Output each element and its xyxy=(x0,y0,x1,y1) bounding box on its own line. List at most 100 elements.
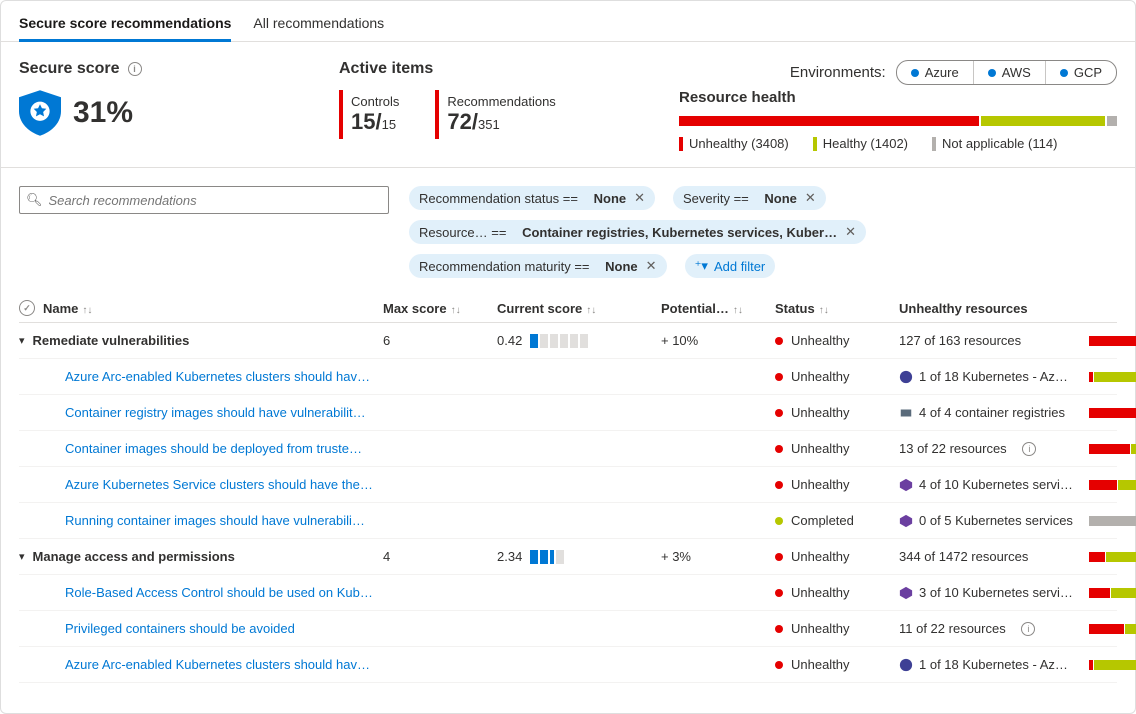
table-row[interactable]: ▾Manage access and permissions 4 2.34 + … xyxy=(19,539,1117,575)
active-items-card: Active items Controls 15/15 Recommendati… xyxy=(339,60,639,151)
env-gcp[interactable]: GCP xyxy=(1046,61,1116,84)
healthy-segment xyxy=(981,116,1105,126)
table-row[interactable]: Azure Arc-enabled Kubernetes clusters sh… xyxy=(19,359,1117,395)
resource-health-heading: Resource health xyxy=(679,89,1117,106)
table-row[interactable]: Running container images should have vul… xyxy=(19,503,1117,539)
row-name: Manage access and permissions xyxy=(33,549,235,564)
row-name: Azure Kubernetes Service clusters should… xyxy=(65,477,373,492)
row-resources: 127 of 163 resources xyxy=(899,333,1081,348)
search-icon: 🔍︎ xyxy=(26,192,43,208)
resource-bar xyxy=(1089,588,1136,598)
active-items-heading: Active items xyxy=(339,60,639,78)
table-row[interactable]: Role-Based Access Control should be used… xyxy=(19,575,1117,611)
row-status: Unhealthy xyxy=(791,585,850,600)
env-azure[interactable]: Azure xyxy=(897,61,974,84)
row-status: Completed xyxy=(791,513,854,528)
kubernetes-icon xyxy=(899,478,913,492)
container-registry-icon xyxy=(899,406,913,420)
search-box[interactable]: 🔍︎ xyxy=(19,186,389,214)
resource-bar xyxy=(1089,372,1136,382)
col-status[interactable]: Status↑↓ xyxy=(775,301,895,316)
secure-score-value: 31% xyxy=(73,96,133,130)
close-icon[interactable]: ✕ xyxy=(634,190,645,206)
tab-all-recommendations[interactable]: All recommendations xyxy=(253,11,384,41)
info-icon[interactable]: i xyxy=(128,62,142,76)
row-resources: 1 of 18 Kubernetes - Az… xyxy=(919,369,1068,384)
filter-resource[interactable]: Resource… == Container registries, Kuber… xyxy=(409,220,866,244)
filter-value: None xyxy=(594,191,627,206)
legend-na-text: Not applicable (114) xyxy=(942,136,1057,151)
dot-icon xyxy=(988,69,996,77)
table-row[interactable]: ▾Remediate vulnerabilities 6 0.42 + 10% … xyxy=(19,323,1117,359)
row-max-score: 4 xyxy=(383,549,493,564)
chevron-down-icon[interactable]: ▾ xyxy=(19,334,25,347)
row-potential: + 10% xyxy=(661,333,771,348)
close-icon[interactable]: ✕ xyxy=(845,224,856,240)
close-icon[interactable]: ✕ xyxy=(805,190,816,206)
status-dot-icon xyxy=(775,337,783,345)
score-bar xyxy=(530,334,588,348)
status-dot-icon xyxy=(775,625,783,633)
col-unhealthy-resources: Unhealthy resources xyxy=(899,301,1136,316)
controls-current: 15/ xyxy=(351,109,382,134)
table-row[interactable]: Azure Kubernetes Service clusters should… xyxy=(19,467,1117,503)
row-resources: 1 of 18 Kubernetes - Az… xyxy=(919,657,1068,672)
filters-row: 🔍︎ Recommendation status == None ✕ Severi… xyxy=(1,168,1135,286)
filter-key: Severity == xyxy=(683,191,749,206)
controls-count: Controls 15/15 xyxy=(339,90,407,139)
table-row[interactable]: Privileged containers should be avoided … xyxy=(19,611,1117,647)
row-resources: 0 of 5 Kubernetes services xyxy=(919,513,1073,528)
filter-key: Recommendation status == xyxy=(419,191,578,206)
add-filter-label: Add filter xyxy=(714,259,765,274)
row-name: Role-Based Access Control should be used… xyxy=(65,585,373,600)
filter-recommendation-status[interactable]: Recommendation status == None ✕ xyxy=(409,186,655,210)
search-input[interactable] xyxy=(49,193,382,208)
col-potential[interactable]: Potential…↑↓ xyxy=(661,301,771,316)
resource-bar xyxy=(1089,444,1136,454)
row-current-score: 0.42 xyxy=(497,333,522,348)
resource-health-card: Environments: Azure AWS GCP Resource hea… xyxy=(679,60,1117,151)
status-dot-icon xyxy=(775,661,783,669)
add-filter-button[interactable]: ⁺▾Add filter xyxy=(685,254,776,278)
status-dot-icon xyxy=(775,481,783,489)
status-dot-icon xyxy=(775,445,783,453)
col-max-score[interactable]: Max score↑↓ xyxy=(383,301,493,316)
select-all-checkbox[interactable]: ✓ xyxy=(19,300,35,316)
close-icon[interactable]: ✕ xyxy=(646,258,657,274)
row-status: Unhealthy xyxy=(791,549,850,564)
filter-value: None xyxy=(764,191,797,206)
filter-severity[interactable]: Severity == None ✕ xyxy=(673,186,826,210)
environment-filter: Azure AWS GCP xyxy=(896,60,1117,85)
row-status: Unhealthy xyxy=(791,477,850,492)
kubernetes-arc-icon xyxy=(899,370,913,384)
status-dot-icon xyxy=(775,409,783,417)
kubernetes-icon xyxy=(899,514,913,528)
row-resources: 3 of 10 Kubernetes servi… xyxy=(919,585,1073,600)
kubernetes-arc-icon xyxy=(899,658,913,672)
chevron-down-icon[interactable]: ▾ xyxy=(19,550,25,563)
info-icon[interactable]: i xyxy=(1022,442,1036,456)
row-name: Remediate vulnerabilities xyxy=(33,333,190,348)
row-name: Privileged containers should be avoided xyxy=(65,621,295,636)
filter-recommendation-maturity[interactable]: Recommendation maturity == None✕ xyxy=(409,254,667,278)
resource-bar xyxy=(1089,480,1136,490)
row-max-score: 6 xyxy=(383,333,493,348)
table-row[interactable]: Container registry images should have vu… xyxy=(19,395,1117,431)
score-bar xyxy=(530,550,564,564)
resource-bar xyxy=(1089,552,1136,562)
col-current-score[interactable]: Current score↑↓ xyxy=(497,301,657,316)
filter-key: Recommendation maturity == xyxy=(419,259,590,274)
dot-icon xyxy=(1060,69,1068,77)
info-icon[interactable]: i xyxy=(1021,622,1035,636)
tab-secure-score[interactable]: Secure score recommendations xyxy=(19,11,231,41)
tabs: Secure score recommendations All recomme… xyxy=(1,1,1135,42)
controls-total: 15 xyxy=(382,117,396,132)
table-row[interactable]: Azure Arc-enabled Kubernetes clusters sh… xyxy=(19,647,1117,683)
table-header: ✓ Name↑↓ Max score↑↓ Current score↑↓ Pot… xyxy=(19,294,1117,323)
col-name[interactable]: Name↑↓ xyxy=(43,301,92,316)
row-status: Unhealthy xyxy=(791,441,850,456)
env-aws[interactable]: AWS xyxy=(974,61,1046,84)
row-resources: 11 of 22 resources xyxy=(899,621,1006,636)
row-status: Unhealthy xyxy=(791,333,850,348)
table-row[interactable]: Container images should be deployed from… xyxy=(19,431,1117,467)
